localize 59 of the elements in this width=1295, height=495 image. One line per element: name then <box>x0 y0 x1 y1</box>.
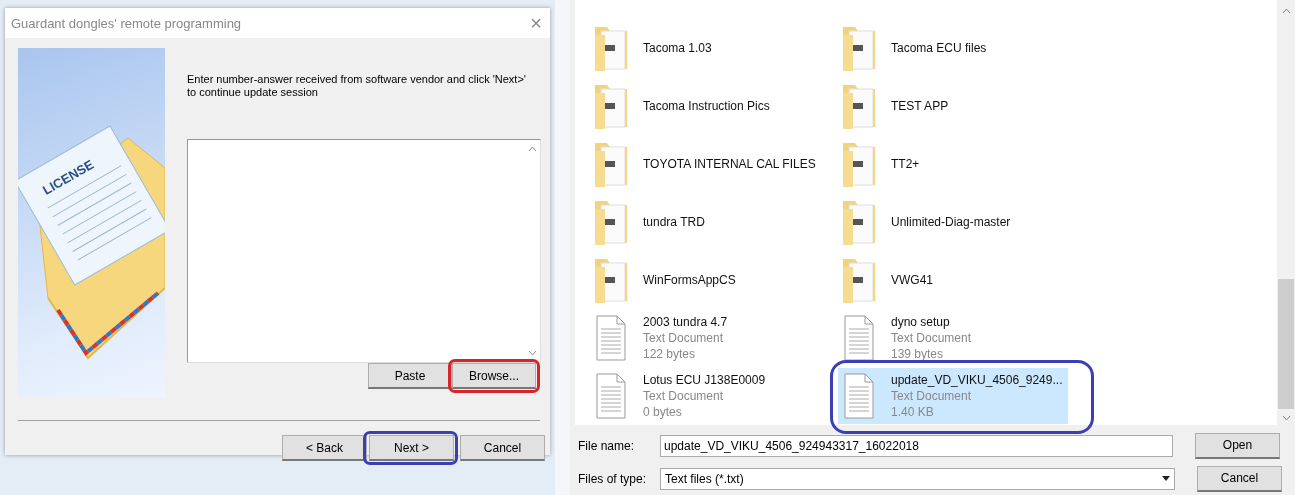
file-name: VWG41 <box>891 272 933 288</box>
file-size: 0 bytes <box>643 404 683 420</box>
scroll-down-icon[interactable] <box>1281 415 1291 421</box>
folder-item[interactable]: Tacoma 1.03 <box>590 20 718 76</box>
file-name: Lotus ECU J138E0009 <box>643 372 766 388</box>
file-name: dyno setup <box>891 314 951 330</box>
file-name-label: File name: <box>578 438 636 453</box>
file-name: update_VD_VIKU_4506_9249... <box>891 372 1063 388</box>
scroll-up-icon[interactable] <box>527 146 537 152</box>
file-name: TEST APP <box>891 98 949 114</box>
file-size: 139 bytes <box>891 346 945 362</box>
button[interactable]: Browse... <box>452 363 536 389</box>
folder-item[interactable]: Tacoma Instruction Pics <box>590 78 776 134</box>
text-document-icon <box>841 371 877 421</box>
file-name: TT2+ <box>891 156 920 172</box>
text-document-icon <box>841 313 877 363</box>
file-type: Text Document <box>643 330 725 346</box>
text-document-icon <box>593 371 629 421</box>
folder-item[interactable]: WinFormsAppCS <box>590 252 742 308</box>
open-button[interactable]: Open <box>1195 432 1280 459</box>
file-name: Unlimited-Diag-master <box>891 214 1011 230</box>
window-title: Guardant dongles' remote programming <box>11 15 242 31</box>
file-type: Text Document <box>643 388 725 404</box>
button[interactable]: Next > <box>369 435 454 461</box>
folder-item[interactable]: TT2+ <box>838 136 926 192</box>
scrollbar-thumb[interactable] <box>1278 279 1294 409</box>
folder-item[interactable]: tundra TRD <box>590 194 711 250</box>
file-type-dropdown[interactable]: Text files (*.txt) <box>660 467 1175 490</box>
cancel-button[interactable]: Cancel <box>1197 465 1282 492</box>
folder-item[interactable]: TOYOTA INTERNAL CAL FILES <box>590 136 822 192</box>
file-item[interactable]: dyno setup Text Document 139 bytes <box>838 310 978 366</box>
file-name-field[interactable]: update_VD_VIKU_4506_924943317_16022018 <box>660 434 1173 457</box>
file-name: WinFormsAppCS <box>643 272 736 288</box>
file-size: 1.40 KB <box>891 404 935 420</box>
file-item[interactable]: update_VD_VIKU_4506_9249... Text Document 1.40 KB <box>838 368 1069 424</box>
text-document-icon <box>593 313 629 363</box>
file-type: Text Document <box>891 388 973 404</box>
file-item[interactable]: Lotus ECU J138E0009 Text Document 0 bytes <box>590 368 772 424</box>
file-name: Tacoma ECU files <box>891 40 987 56</box>
folder-item[interactable]: Unlimited-Diag-master <box>838 194 1017 250</box>
file-size: 122 bytes <box>643 346 697 362</box>
file-name: tundra TRD <box>643 214 705 230</box>
file-type-label: Files of type: <box>578 471 648 486</box>
button[interactable]: Paste <box>368 363 452 389</box>
file-name: 2003 tundra 4.7 <box>643 314 728 330</box>
instruction-text: Enter number-answer received from software vendor and click 'Next>' to continue update session <box>187 73 527 99</box>
folder-item[interactable]: Tacoma ECU files <box>838 20 993 76</box>
file-name: Tacoma 1.03 <box>643 40 712 56</box>
close-icon[interactable]: × <box>530 11 542 35</box>
file-item[interactable]: 2003 tundra 4.7 Text Document 122 bytes <box>590 310 734 366</box>
file-name: TOYOTA INTERNAL CAL FILES <box>643 156 816 172</box>
folder-item[interactable]: VWG41 <box>838 252 939 308</box>
button[interactable]: Cancel <box>460 435 545 461</box>
scroll-down-icon[interactable] <box>527 350 537 356</box>
folder-item[interactable]: TEST APP <box>838 78 955 134</box>
file-type: Text Document <box>891 330 972 346</box>
scroll-up-icon[interactable] <box>1281 8 1291 14</box>
file-name: Tacoma Instruction Pics <box>643 98 770 114</box>
button[interactable]: < Back <box>282 435 367 461</box>
